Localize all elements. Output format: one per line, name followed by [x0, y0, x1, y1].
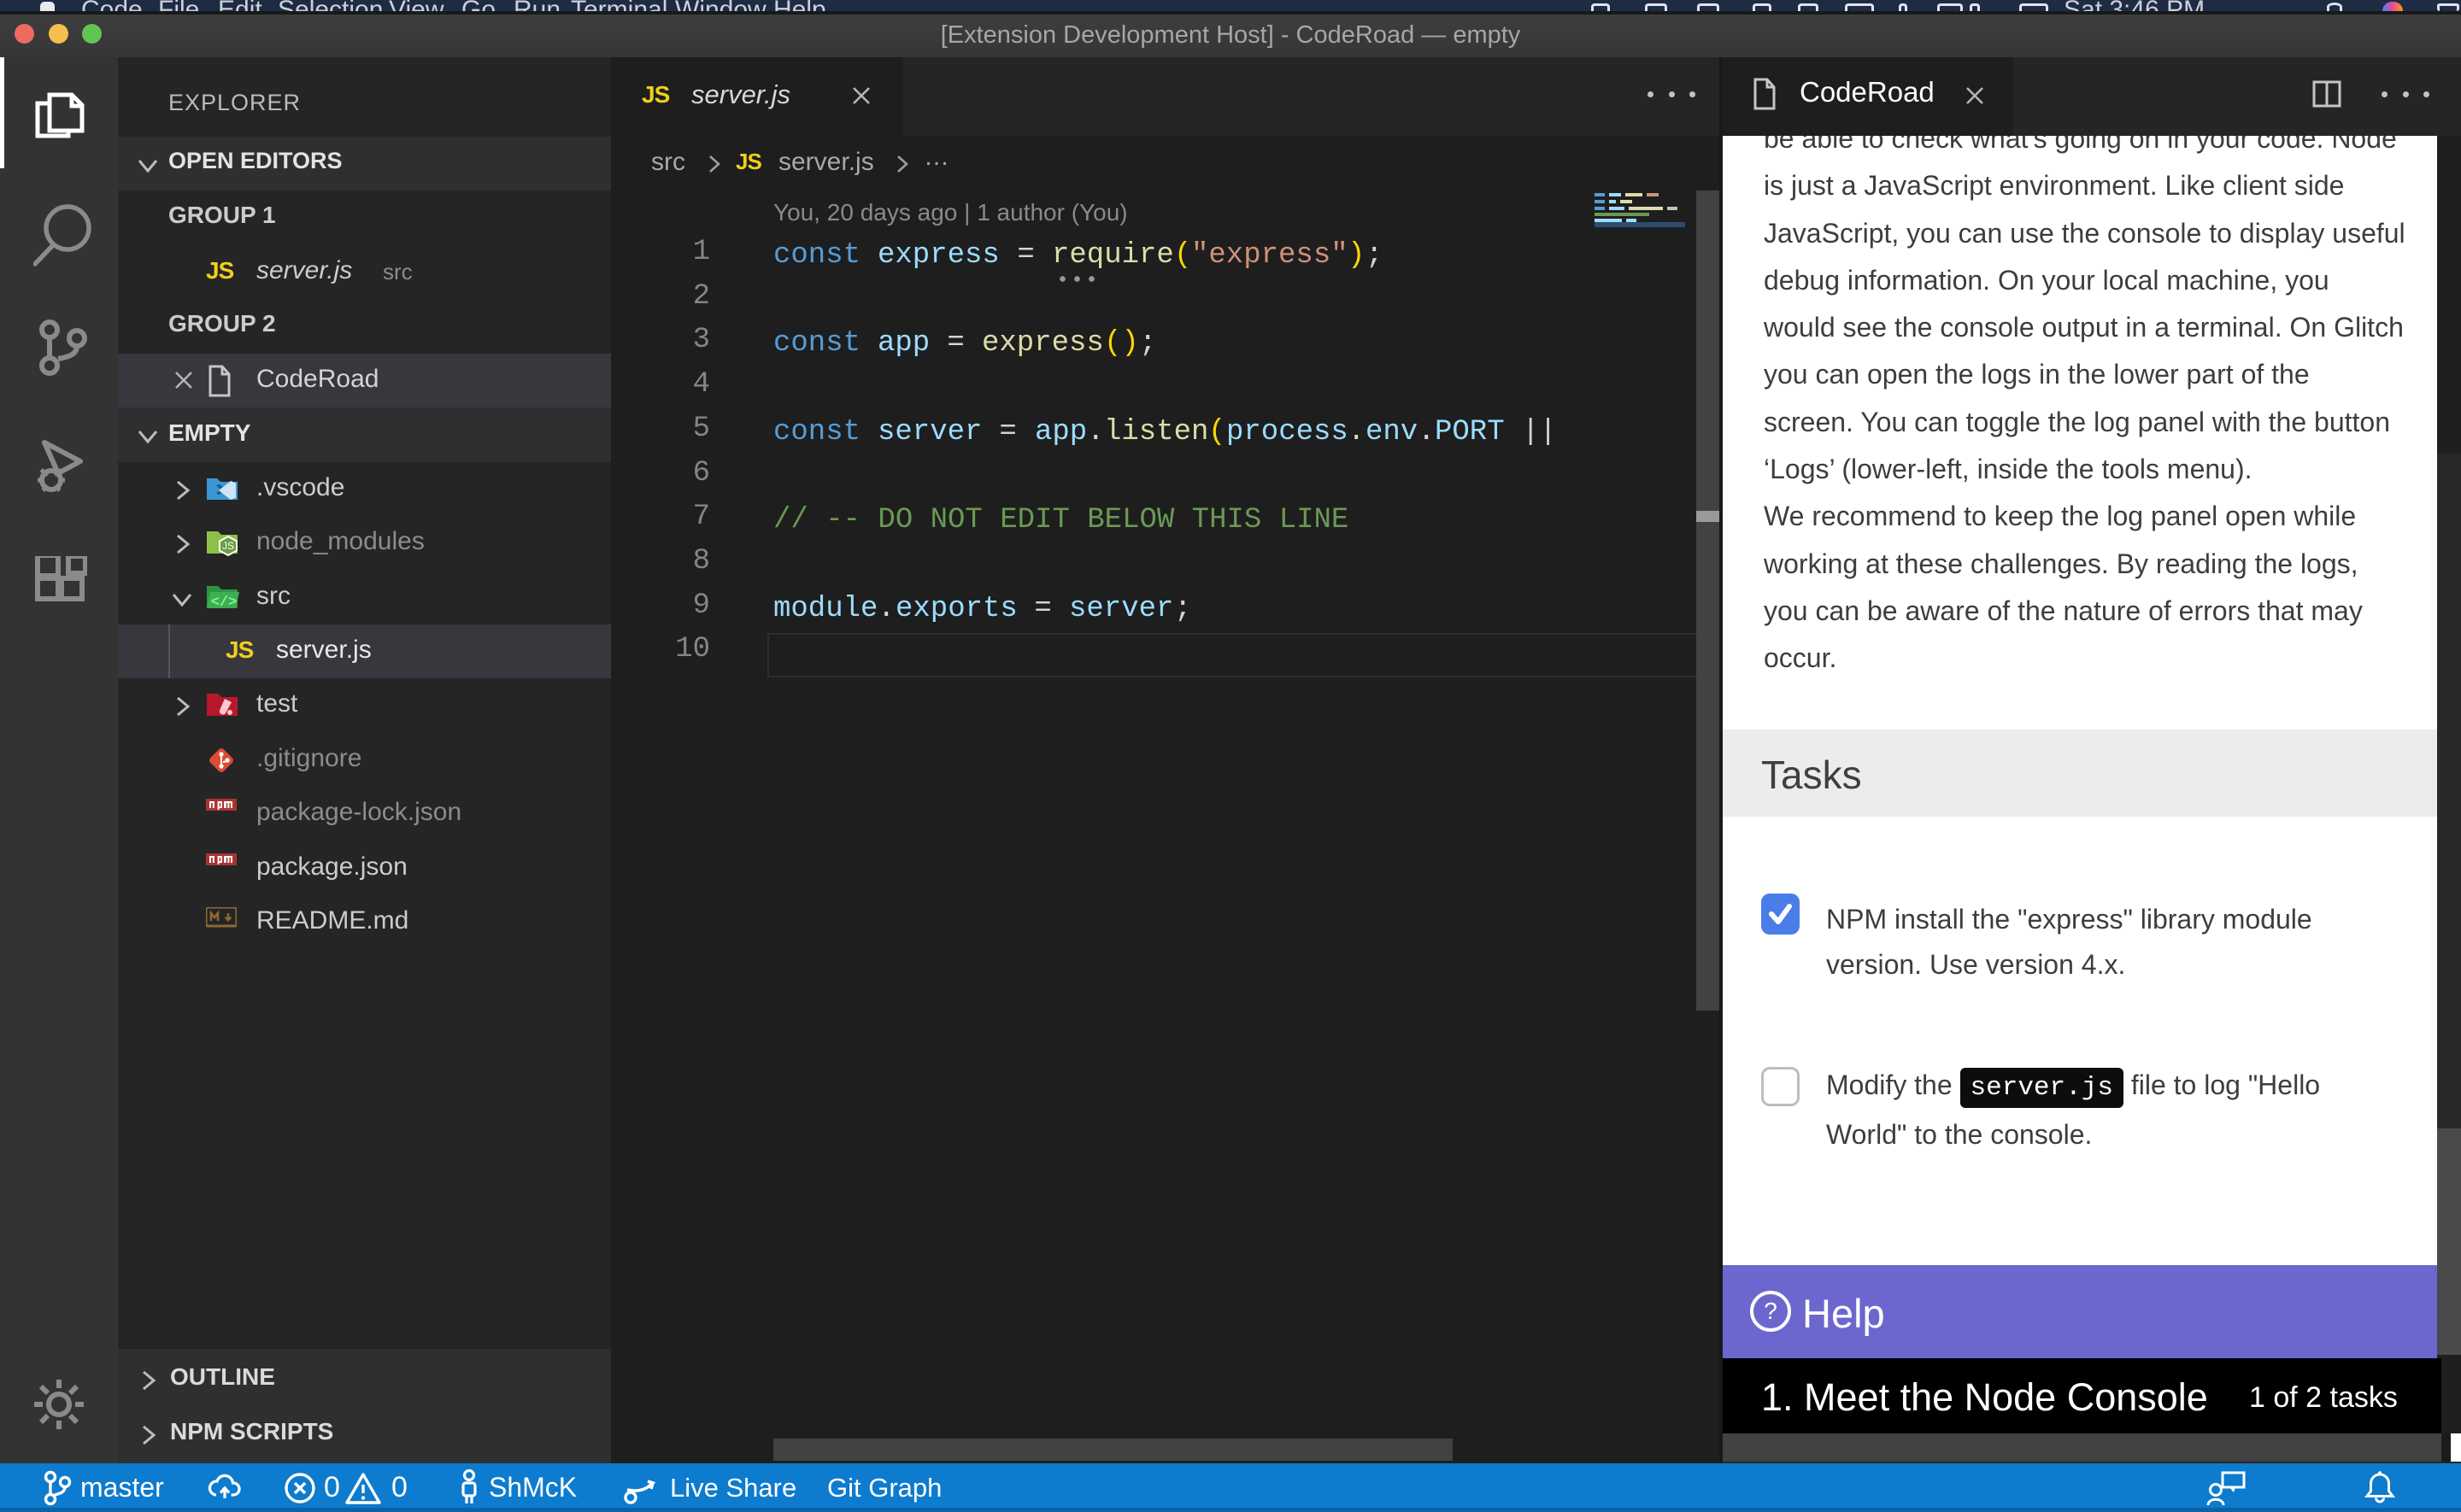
svg-text:</>: </> [211, 595, 238, 611]
svg-text:JS: JS [222, 540, 234, 552]
svg-text:?: ? [1764, 1298, 1777, 1324]
